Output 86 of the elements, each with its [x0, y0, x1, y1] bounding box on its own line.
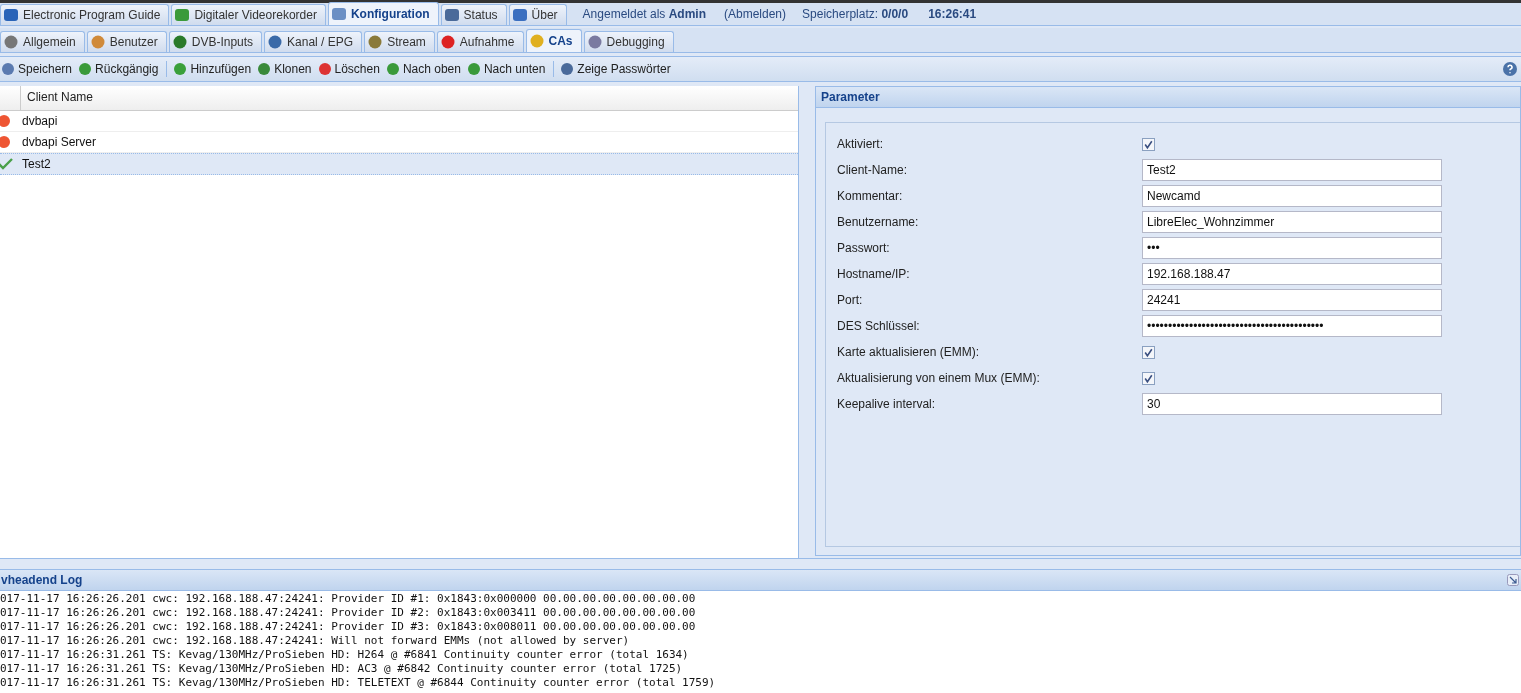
checkbox[interactable] [1142, 345, 1155, 359]
input-field[interactable]: 192.168.188.47 [1142, 263, 1442, 285]
field-label: Karte aktualisieren (EMM): [837, 345, 981, 359]
input-field[interactable]: LibreElec_Wohnzimmer [1142, 211, 1442, 233]
toolbar-button[interactable]: Hinzufügen [172, 61, 255, 77]
main-tab[interactable]: Konfiguration [327, 2, 439, 25]
checkbox[interactable] [1142, 371, 1155, 385]
tab-icon [89, 34, 106, 50]
tab-icon [511, 7, 528, 23]
field-label: Keepalive interval: [837, 397, 937, 411]
toolbar-button[interactable]: Klonen [256, 61, 315, 77]
tab-icon [439, 34, 456, 50]
toolbar-icon [256, 61, 273, 77]
toolbar-icon [465, 61, 482, 77]
main-tab[interactable]: Digitaler Videorekorder [171, 4, 326, 25]
toolbar-button[interactable]: Speichern [0, 61, 76, 77]
field-label: DES Schlüssel: [837, 319, 921, 333]
storage-label: Speicherplatz: 0/0/0 [802, 7, 909, 21]
client-name: dvbapi Server [22, 135, 97, 149]
input-field[interactable]: ••• [1142, 237, 1442, 259]
toolbar-button[interactable]: Nach oben [384, 61, 464, 77]
field-label: Port: [837, 293, 864, 307]
toolbar-button[interactable]: Löschen [316, 61, 383, 77]
log-title: vheadend Log [0, 573, 83, 587]
sub-tab[interactable]: Debugging [583, 31, 674, 52]
tab-icon [171, 34, 188, 50]
tab-icon [367, 34, 384, 50]
sub-tab[interactable]: Allgemein [0, 31, 85, 52]
input-field[interactable]: Test2 [1142, 159, 1442, 181]
log-line: 017-11-17 16:26:26.201 cwc: 192.168.188.47:24241: Provider ID #1: 0x1843:0x000000 00.00.00.00.00.00.00.00 [0, 592, 696, 606]
tab-icon [443, 7, 460, 23]
main-tab[interactable]: Über [508, 4, 567, 25]
toolbar-icon [316, 61, 333, 77]
log-line: 017-11-17 16:26:26.201 cwc: 192.168.188.47:24241: Provider ID #2: 0x1843:0x003411 00.00.00.00.00.00.00.00 [0, 606, 696, 620]
log-line: 017-11-17 16:26:26.201 cwc: 192.168.188.47:24241: Will not forward EMMs (not allowed by server) [0, 634, 630, 648]
toolbar-icon [559, 61, 576, 77]
tab-icon [3, 34, 19, 50]
input-field[interactable]: Newcamd [1142, 185, 1442, 207]
logout-link[interactable]: (Abmelden) [724, 7, 787, 21]
log-line: 017-11-17 16:26:26.201 cwc: 192.168.188.47:24241: Provider ID #3: 0x1843:0x008011 00.00.00.00.00.00.00.00 [0, 620, 696, 634]
sub-tab[interactable]: Aufnahme [436, 31, 524, 52]
toolbar-button[interactable]: Nach unten [465, 61, 549, 77]
sub-tab[interactable]: CAs [525, 29, 582, 52]
log-line: 017-11-17 16:26:31.261 TS: Kevag/130MHz/ProSieben HD: AC3 @ #6842 Continuity counter error (total 1725) [0, 662, 683, 676]
tab-icon [586, 34, 603, 50]
sub-tab[interactable]: Stream [364, 31, 435, 52]
tab-icon [3, 7, 19, 23]
help-icon[interactable] [1502, 61, 1518, 77]
input-field[interactable]: 24241 [1142, 289, 1442, 311]
input-field[interactable]: 30 [1142, 393, 1442, 415]
collapse-icon[interactable] [1507, 574, 1519, 586]
tab-icon [330, 6, 347, 22]
tab-icon [528, 33, 545, 49]
field-label: Kommentar: [837, 189, 904, 203]
client-row[interactable]: Test2 [0, 153, 798, 175]
field-label: Client-Name: [837, 163, 909, 177]
log-line: 017-11-17 16:26:31.261 TS: Kevag/130MHz/ProSieben HD: H264 @ #6841 Continuity counter error (total 1634) [0, 648, 689, 662]
sub-tab[interactable]: Benutzer [86, 31, 167, 52]
toolbar-icon [172, 61, 189, 77]
toolbar-button[interactable]: Zeige Passwörter [559, 61, 674, 77]
sub-tab[interactable]: Kanal / EPG [264, 31, 363, 52]
field-label: Benutzername: [837, 215, 920, 229]
clock: 16:26:41 [928, 7, 977, 21]
tab-icon [267, 34, 284, 50]
field-label: Passwort: [837, 241, 891, 255]
toolbar-icon [77, 61, 94, 77]
main-tab[interactable]: Electronic Program Guide [0, 4, 170, 25]
panel-title: Parameter [816, 87, 1520, 108]
input-field[interactable]: •••••••••••••••••••••••••••••••••••••••••• [1142, 315, 1442, 337]
client-row[interactable]: dvbapi [0, 111, 798, 132]
checkbox[interactable] [1142, 137, 1155, 151]
field-label: Hostname/IP: [837, 267, 911, 281]
toolbar-icon [384, 61, 401, 77]
toolbar-icon [0, 61, 16, 77]
client-name: dvbapi [22, 114, 58, 128]
column-header[interactable]: Client Name [21, 86, 100, 110]
field-label: Aktualisierung von einem Mux (EMM): [837, 371, 1041, 385]
client-name: Test2 [22, 157, 51, 171]
field-label: Aktiviert: [837, 137, 884, 151]
tab-icon [174, 7, 191, 23]
main-tab[interactable]: Status [440, 4, 507, 25]
sub-tab[interactable]: DVB-Inputs [168, 31, 263, 52]
log-line: 017-11-17 16:26:31.261 TS: Kevag/130MHz/ProSieben HD: TELETEXT @ #6844 Continuity counter error (total 1759) [0, 676, 716, 690]
checkmark-icon [0, 156, 14, 172]
login-label: Angemeldet als Admin [582, 7, 706, 21]
toolbar-button[interactable]: Rückgängig [77, 61, 162, 77]
